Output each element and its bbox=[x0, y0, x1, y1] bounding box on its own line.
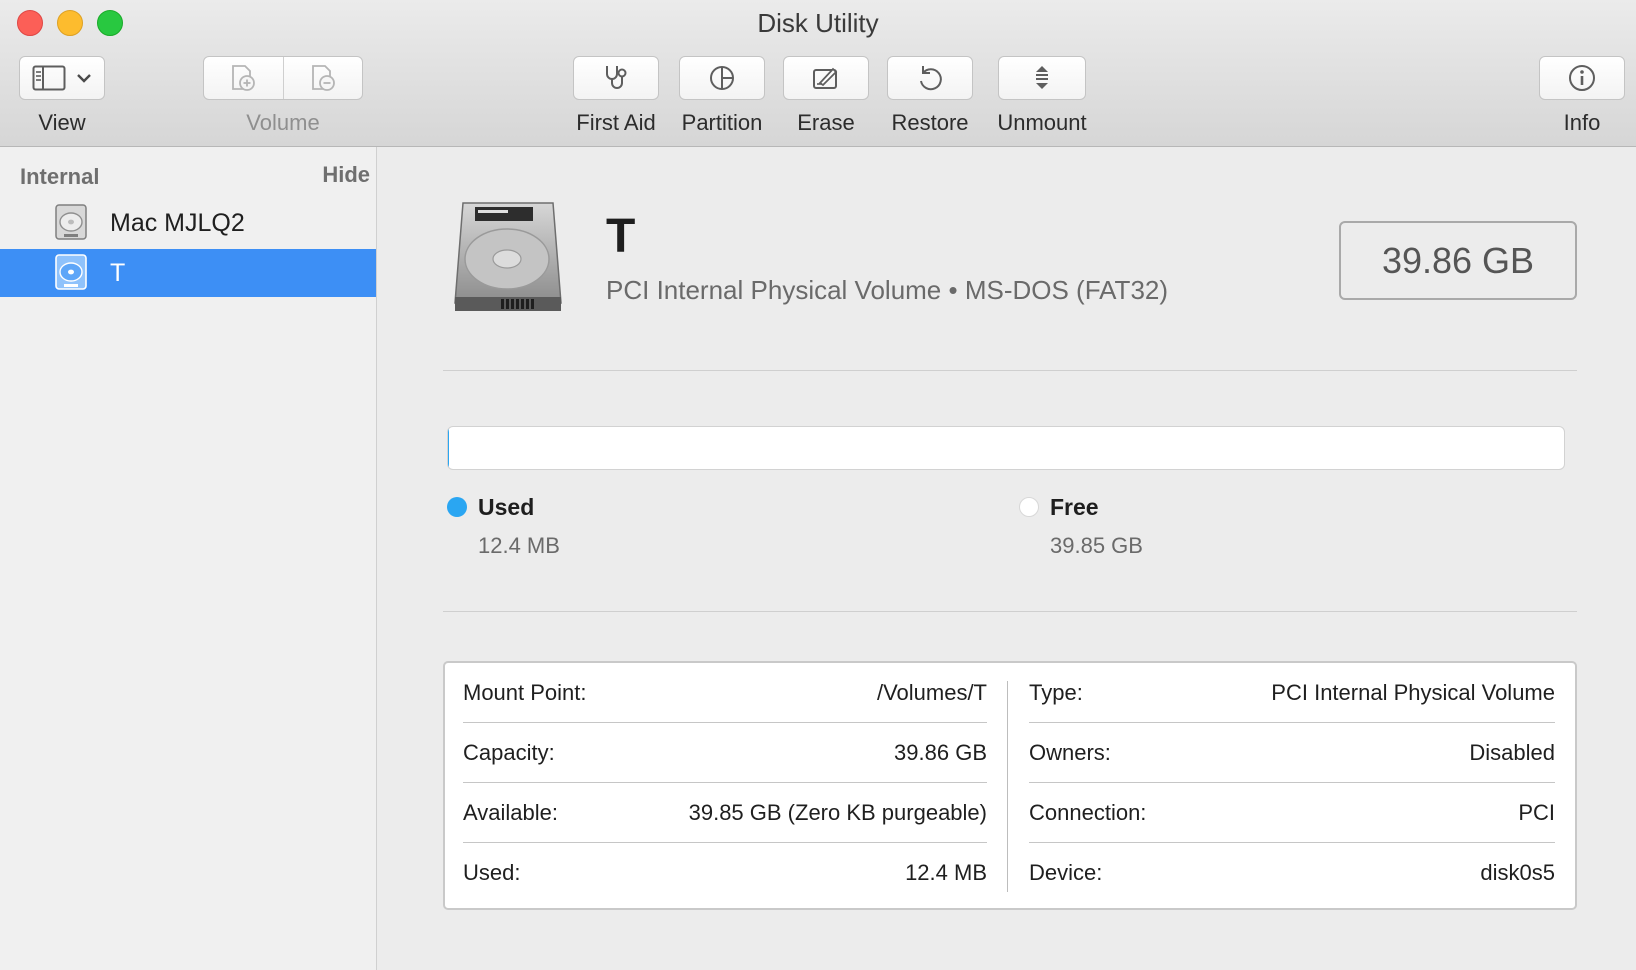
detail-value: Disabled bbox=[1469, 739, 1555, 765]
add-volume-icon bbox=[228, 63, 258, 93]
detail-value: disk0s5 bbox=[1480, 860, 1555, 885]
view-label: View bbox=[38, 110, 86, 135]
restore-icon bbox=[915, 63, 945, 93]
detail-value: /Volumes/T bbox=[876, 679, 987, 705]
hard-disk-icon bbox=[54, 203, 88, 246]
detail-value: PCI Internal Physical Volume bbox=[1271, 679, 1555, 705]
volume-details-table: Mount Point: /Volumes/T Capacity: 39.86 … bbox=[443, 661, 1577, 910]
erase-button[interactable] bbox=[783, 56, 869, 100]
detail-row-capacity: Capacity: 39.86 GB bbox=[463, 723, 987, 783]
detail-key: Available: bbox=[463, 799, 558, 825]
usage-bar bbox=[447, 426, 1565, 470]
info-button[interactable] bbox=[1539, 56, 1625, 100]
disk-utility-window: Disk Utility View Volume First Aid Parti… bbox=[0, 0, 1636, 970]
volume-name: T bbox=[606, 210, 636, 263]
erase-icon bbox=[811, 63, 841, 93]
detail-value: PCI bbox=[1518, 799, 1555, 825]
detail-key: Mount Point: bbox=[463, 679, 587, 705]
free-legend-title: Free bbox=[1050, 494, 1099, 520]
stethoscope-icon bbox=[601, 63, 631, 93]
sidebar-hide-button[interactable]: Hide bbox=[322, 162, 370, 188]
detail-row-owners: Owners: Disabled bbox=[1029, 723, 1555, 783]
sidebar-item-label: Mac MJLQ2 bbox=[110, 208, 245, 237]
info-icon bbox=[1567, 63, 1597, 93]
detail-row-type: Type: PCI Internal Physical Volume bbox=[1029, 663, 1555, 723]
detail-key: Used: bbox=[463, 860, 521, 885]
column-separator bbox=[1007, 681, 1008, 892]
restore-button[interactable] bbox=[887, 56, 973, 100]
sidebar-icon bbox=[32, 65, 66, 91]
first-aid-button[interactable] bbox=[573, 56, 659, 100]
partition-label: Partition bbox=[681, 110, 763, 135]
unmount-label: Unmount bbox=[997, 110, 1087, 135]
detail-key: Type: bbox=[1029, 679, 1083, 705]
hard-drive-icon bbox=[449, 199, 567, 322]
volume-label: Volume bbox=[246, 110, 320, 135]
used-legend-dot bbox=[447, 497, 467, 517]
sidebar-item-label: T bbox=[110, 258, 126, 287]
used-legend-title: Used bbox=[478, 494, 535, 520]
volume-icon bbox=[54, 253, 88, 296]
remove-volume-icon bbox=[308, 63, 338, 93]
detail-key: Owners: bbox=[1029, 739, 1111, 765]
detail-value: 12.4 MB bbox=[905, 860, 987, 885]
view-button[interactable] bbox=[19, 56, 105, 100]
sidebar: Internal Hide Mac MJLQ2 T bbox=[0, 147, 377, 970]
detail-value: 39.86 GB bbox=[894, 739, 987, 765]
sidebar-section-internal: Internal bbox=[20, 164, 100, 189]
free-legend-value: 39.85 GB bbox=[1050, 533, 1143, 558]
detail-row-device: Device: disk0s5 bbox=[1029, 843, 1555, 903]
info-label: Info bbox=[1563, 110, 1601, 135]
detail-key: Capacity: bbox=[463, 739, 555, 765]
chevron-down-icon bbox=[76, 72, 92, 84]
unmount-button[interactable] bbox=[998, 56, 1086, 100]
toolbar: Disk Utility View Volume First Aid Parti… bbox=[0, 0, 1636, 147]
volume-size-badge: 39.86 GB bbox=[1339, 221, 1577, 300]
detail-key: Connection: bbox=[1029, 799, 1147, 825]
divider bbox=[443, 611, 1577, 612]
detail-row-available: Available: 39.85 GB (Zero KB purgeable) bbox=[463, 783, 987, 843]
detail-row-mount-point: Mount Point: /Volumes/T bbox=[463, 663, 987, 723]
sidebar-item-mac-mjlq2[interactable]: Mac MJLQ2 bbox=[0, 199, 376, 247]
divider bbox=[443, 370, 1577, 371]
used-legend-value: 12.4 MB bbox=[478, 533, 560, 558]
restore-label: Restore bbox=[891, 110, 969, 135]
detail-row-connection: Connection: PCI bbox=[1029, 783, 1555, 843]
free-legend-dot bbox=[1019, 497, 1039, 517]
add-volume-button[interactable] bbox=[204, 57, 283, 99]
pie-chart-icon bbox=[707, 63, 737, 93]
detail-row-used: Used: 12.4 MB bbox=[463, 843, 987, 903]
detail-value: 39.85 GB (Zero KB purgeable) bbox=[688, 799, 987, 825]
first-aid-label: First Aid bbox=[576, 110, 656, 135]
volume-subtitle: PCI Internal Physical Volume • MS-DOS (F… bbox=[606, 275, 1169, 305]
detail-key: Device: bbox=[1029, 860, 1103, 885]
unmount-icon bbox=[1027, 63, 1057, 93]
partition-button[interactable] bbox=[679, 56, 765, 100]
sidebar-item-t[interactable]: T bbox=[0, 249, 376, 297]
main-panel: T PCI Internal Physical Volume • MS-DOS … bbox=[377, 147, 1636, 970]
volume-button-group bbox=[203, 56, 363, 100]
erase-label: Erase bbox=[797, 110, 855, 135]
window-title: Disk Utility bbox=[757, 8, 879, 38]
remove-volume-button[interactable] bbox=[282, 57, 363, 99]
